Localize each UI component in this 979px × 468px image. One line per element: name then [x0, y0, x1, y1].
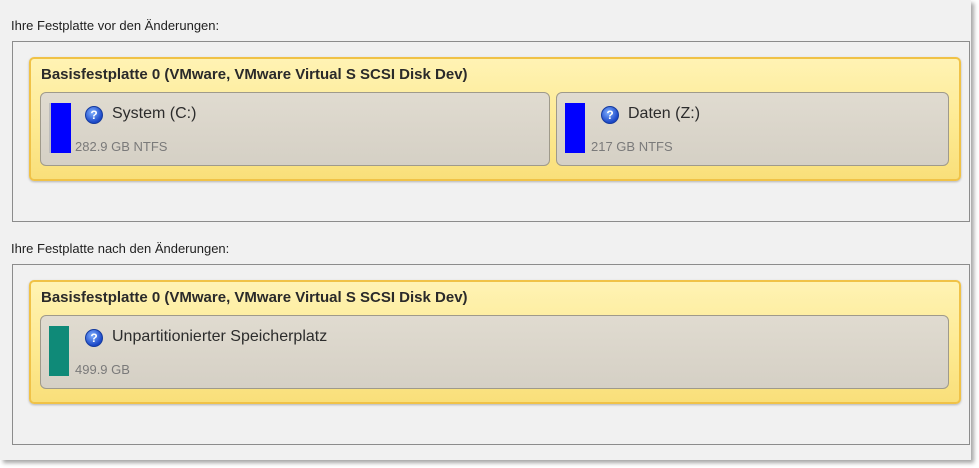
partition-color-fill [51, 103, 71, 153]
partition-color-fill [565, 103, 585, 153]
after-frame: Basisfestplatte 0 (VMware, VMware Virtua… [12, 264, 970, 445]
after-disk[interactable]: Basisfestplatte 0 (VMware, VMware Virtua… [29, 280, 961, 404]
partition-name: Daten (Z:) [628, 105, 701, 122]
before-disk[interactable]: Basisfestplatte 0 (VMware, VMware Virtua… [29, 57, 961, 181]
partition-unallocated[interactable]: ? Unpartitionierter Speicherplatz 499.9 … [40, 315, 949, 389]
before-disk-title: Basisfestplatte 0 (VMware, VMware Virtua… [41, 66, 468, 83]
disk-layout-panel: Ihre Festplatte vor den Änderungen: Basi… [0, 0, 971, 460]
partition-info: 282.9 GB NTFS [75, 139, 168, 154]
partition-color-bar [565, 103, 585, 153]
partition-color-fill [49, 326, 69, 376]
partition-info: 499.9 GB [75, 362, 130, 377]
help-icon[interactable]: ? [85, 106, 103, 124]
partition-daten-z[interactable]: ? Daten (Z:) 217 GB NTFS [556, 92, 949, 166]
partition-name: System (C:) [112, 105, 197, 122]
before-frame: Basisfestplatte 0 (VMware, VMware Virtua… [12, 41, 970, 222]
partition-system-c[interactable]: ? System (C:) 282.9 GB NTFS [40, 92, 550, 166]
after-disk-title: Basisfestplatte 0 (VMware, VMware Virtua… [41, 289, 468, 306]
help-icon[interactable]: ? [601, 106, 619, 124]
after-section-label: Ihre Festplatte nach den Änderungen: [11, 241, 230, 256]
help-icon[interactable]: ? [85, 329, 103, 347]
partition-color-bar [49, 103, 71, 153]
before-section-label: Ihre Festplatte vor den Änderungen: [11, 18, 220, 33]
partition-info: 217 GB NTFS [591, 139, 673, 154]
partition-color-bar [49, 326, 69, 376]
partition-name: Unpartitionierter Speicherplatz [112, 328, 328, 345]
